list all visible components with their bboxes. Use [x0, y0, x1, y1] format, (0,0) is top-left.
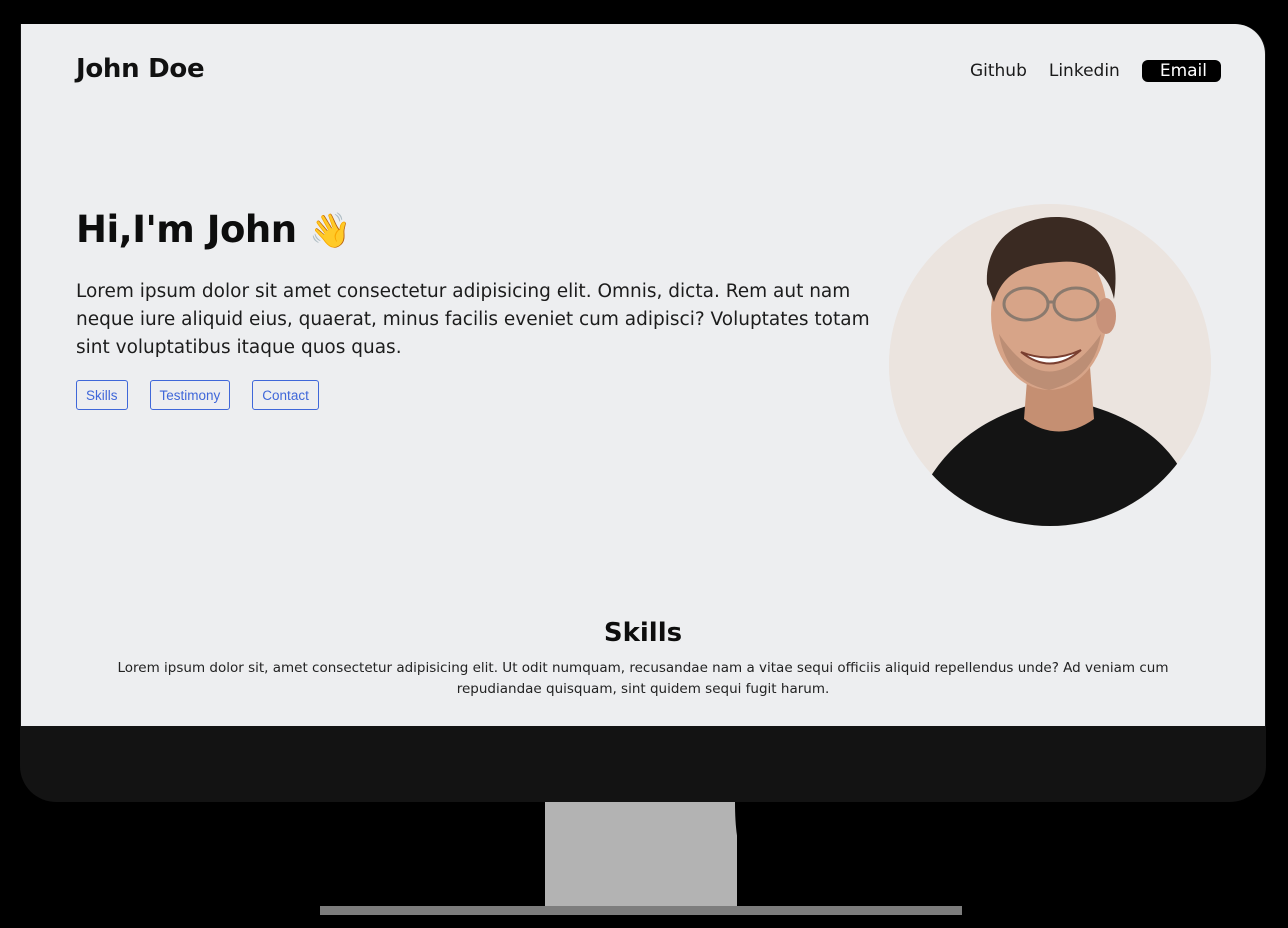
skills-description: Lorem ipsum dolor sit, amet consectetur … — [117, 660, 1169, 697]
monitor-stand — [545, 802, 737, 906]
nav-link-github[interactable]: Github — [970, 61, 1027, 81]
hero-title-text: Hi,I'm John — [76, 208, 297, 251]
nav-link-linkedin[interactable]: Linkedin — [1049, 61, 1120, 81]
screen: John Doe Github Linkedin Email Hi,I'm Jo… — [21, 24, 1265, 726]
brand-logo[interactable]: John Doe — [76, 54, 205, 84]
profile-photo-illustration — [889, 204, 1211, 526]
testimony-button[interactable]: Testimony — [149, 380, 231, 410]
skills-button[interactable]: Skills — [76, 380, 128, 410]
nav-email-button[interactable]: Email — [1141, 60, 1221, 82]
contact-button[interactable]: Contact — [252, 380, 319, 410]
waving-hand-icon: 👋 — [309, 211, 351, 251]
top-nav: Github Linkedin Email — [948, 60, 1221, 82]
skills-heading: Skills — [603, 618, 683, 648]
hero-title: Hi,I'm John 👋 — [76, 208, 351, 251]
profile-photo — [889, 204, 1211, 526]
monitor-base — [320, 906, 962, 915]
hero-button-group: Skills Testimony Contact — [76, 380, 341, 410]
hero-description: Lorem ipsum dolor sit amet consectetur a… — [76, 281, 870, 358]
monitor-frame: John Doe Github Linkedin Email Hi,I'm Jo… — [20, 24, 1266, 802]
